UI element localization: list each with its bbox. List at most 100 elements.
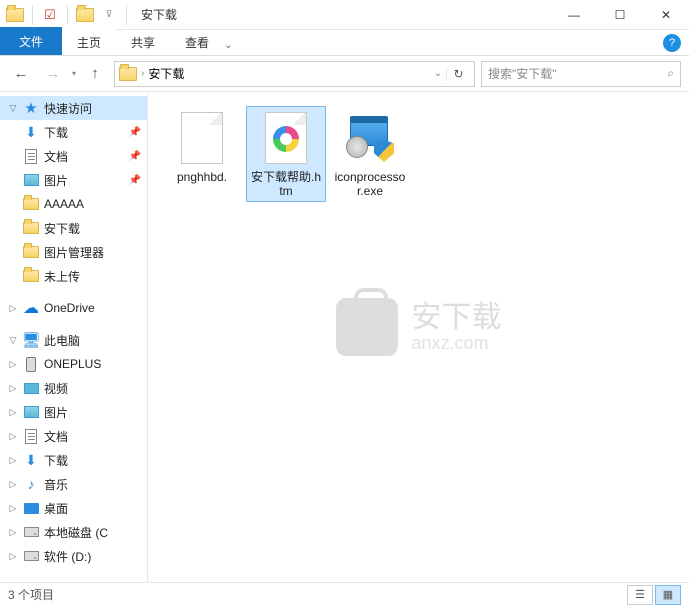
folder-icon xyxy=(22,220,40,236)
expand-icon[interactable]: ▷ xyxy=(8,359,18,370)
tree-item-videos[interactable]: ▷ 视频 xyxy=(0,376,147,400)
tree-label: 文档 xyxy=(44,428,68,445)
help-icon[interactable]: ? xyxy=(663,34,681,52)
file-pane[interactable]: pnghhbd. 安下载帮助.htm iconprocessor.exe xyxy=(148,92,689,582)
address-folder-icon xyxy=(119,67,137,81)
address-dropdown-icon[interactable]: ⌄ xyxy=(434,68,442,79)
document-icon xyxy=(22,148,40,164)
minimize-button[interactable]: — xyxy=(551,0,597,30)
tree-item-folder[interactable]: ·AAAAA xyxy=(0,192,147,216)
drive-icon xyxy=(22,548,40,564)
forward-button[interactable]: → xyxy=(40,61,66,87)
view-details-button[interactable]: ☰ xyxy=(627,585,653,605)
back-button[interactable]: ← xyxy=(8,61,34,87)
history-dropdown-icon[interactable]: ▾ xyxy=(72,69,76,78)
expand-icon[interactable]: ▷ xyxy=(8,407,18,418)
tree-label: 快速访问 xyxy=(44,100,92,117)
folder-icon xyxy=(22,196,40,212)
shield-icon xyxy=(374,140,394,162)
download-icon: ⬇ xyxy=(22,452,40,468)
expand-icon[interactable]: ▷ xyxy=(8,303,18,314)
tree-label: 下载 xyxy=(44,124,68,141)
tree-item-drive-d[interactable]: ▷ 软件 (D:) xyxy=(0,544,147,568)
tree-onedrive[interactable]: ▷ ☁ OneDrive xyxy=(0,296,147,320)
tree-item-device[interactable]: ▷ ONEPLUS xyxy=(0,352,147,376)
qat-dropdown-icon[interactable]: ⊽ xyxy=(98,4,120,26)
expand-icon[interactable]: ▷ xyxy=(8,503,18,514)
file-item[interactable]: iconprocessor.exe xyxy=(330,106,410,202)
watermark-main: 安下载 xyxy=(412,301,502,334)
drive-icon xyxy=(22,524,40,540)
tree-item-music[interactable]: ▷♪音乐 xyxy=(0,472,147,496)
search-input[interactable]: 搜索"安下载" ⌕ xyxy=(481,61,681,87)
ribbon: 文件 主页 共享 查看 ⌄ ? xyxy=(0,30,689,56)
chevron-right-icon[interactable]: › xyxy=(141,68,144,79)
expand-icon[interactable]: ▷ xyxy=(8,455,18,466)
tree-label: 安下载 xyxy=(44,220,80,237)
refresh-icon[interactable]: ↻ xyxy=(446,67,470,81)
status-bar: 3 个项目 ☰ ▦ xyxy=(0,582,689,606)
view-large-icons-button[interactable]: ▦ xyxy=(655,585,681,605)
qat-prop-icon[interactable]: ☑ xyxy=(39,4,61,26)
tree-label: ONEPLUS xyxy=(44,357,101,371)
tree-label: AAAAA xyxy=(44,197,84,211)
file-name: iconprocessor.exe xyxy=(334,170,406,198)
window-title: 安下载 xyxy=(141,6,177,23)
tree-item-folder[interactable]: ·未上传 xyxy=(0,264,147,288)
expand-icon[interactable]: ▷ xyxy=(8,551,18,562)
ribbon-expand-icon[interactable]: ⌄ xyxy=(224,40,232,51)
tree-label: 视频 xyxy=(44,380,68,397)
picture-icon xyxy=(22,172,40,188)
tab-file[interactable]: 文件 xyxy=(0,27,62,55)
browser-wheel-icon xyxy=(273,126,299,152)
maximize-button[interactable]: ☐ xyxy=(597,0,643,30)
tree-label: 本地磁盘 (C xyxy=(44,524,108,541)
nav-bar: ← → ▾ ↑ › 安下载 ⌄ ↻ 搜索"安下载" ⌕ xyxy=(0,56,689,92)
up-button[interactable]: ↑ xyxy=(82,61,108,87)
breadcrumb-segment[interactable]: 安下载 xyxy=(148,65,184,82)
tree-item-downloads[interactable]: ▷⬇下载 xyxy=(0,448,147,472)
tree-quick-access[interactable]: ▽ ★ 快速访问 xyxy=(0,96,147,120)
title-bar: ☑ ⊽ 安下载 — ☐ ✕ xyxy=(0,0,689,30)
tree-item-pictures[interactable]: · 图片 📌 xyxy=(0,168,147,192)
tree-item-drive-c[interactable]: ▷ 本地磁盘 (C xyxy=(0,520,147,544)
tree-label: OneDrive xyxy=(44,301,95,315)
file-item[interactable]: pnghhbd. xyxy=(162,106,242,202)
expand-icon[interactable]: ▷ xyxy=(8,527,18,538)
app-icon[interactable] xyxy=(4,4,26,26)
tree-item-folder[interactable]: ·安下载 xyxy=(0,216,147,240)
tree-item-documents[interactable]: · 文档 📌 xyxy=(0,144,147,168)
body: ▽ ★ 快速访问 · ⬇ 下载 📌 · 文档 📌 · 图片 📌 ·AAAAA ·… xyxy=(0,92,689,582)
tab-home[interactable]: 主页 xyxy=(62,29,116,55)
search-icon[interactable]: ⌕ xyxy=(667,66,674,81)
watermark: 安下载 anxz.com xyxy=(336,298,502,356)
tree-item-pictures[interactable]: ▷ 图片 xyxy=(0,400,147,424)
quick-access-toolbar: ☑ ⊽ xyxy=(0,4,135,26)
tab-share[interactable]: 共享 xyxy=(116,29,170,55)
tree-item-downloads[interactable]: · ⬇ 下载 📌 xyxy=(0,120,147,144)
tab-view[interactable]: 查看 xyxy=(170,29,224,55)
qat-folder-icon[interactable] xyxy=(74,4,96,26)
pc-icon: 🖥 xyxy=(22,332,40,348)
phone-icon xyxy=(22,356,40,372)
tree-label: 图片管理器 xyxy=(44,244,104,261)
search-placeholder: 搜索"安下载" xyxy=(488,65,557,82)
expand-icon[interactable]: ▽ xyxy=(8,103,18,114)
address-bar[interactable]: › 安下载 ⌄ ↻ xyxy=(114,61,475,87)
tree-this-pc[interactable]: ▽ 🖥 此电脑 xyxy=(0,328,147,352)
tree-label: 图片 xyxy=(44,404,68,421)
pin-icon: 📌 xyxy=(129,151,141,162)
nav-tree[interactable]: ▽ ★ 快速访问 · ⬇ 下载 📌 · 文档 📌 · 图片 📌 ·AAAAA ·… xyxy=(0,92,148,582)
expand-icon[interactable]: ▷ xyxy=(8,383,18,394)
expand-icon[interactable]: ▷ xyxy=(8,431,18,442)
file-item[interactable]: 安下载帮助.htm xyxy=(246,106,326,202)
file-thumb-htm xyxy=(259,110,313,166)
close-button[interactable]: ✕ xyxy=(643,0,689,30)
tree-item-documents[interactable]: ▷ 文档 xyxy=(0,424,147,448)
expand-icon[interactable]: ▷ xyxy=(8,479,18,490)
expand-icon[interactable]: ▽ xyxy=(8,335,18,346)
tree-label: 软件 (D:) xyxy=(44,548,91,565)
tree-item-folder[interactable]: ·图片管理器 xyxy=(0,240,147,264)
tree-item-desktop[interactable]: ▷桌面 xyxy=(0,496,147,520)
watermark-bag-icon xyxy=(336,298,398,356)
